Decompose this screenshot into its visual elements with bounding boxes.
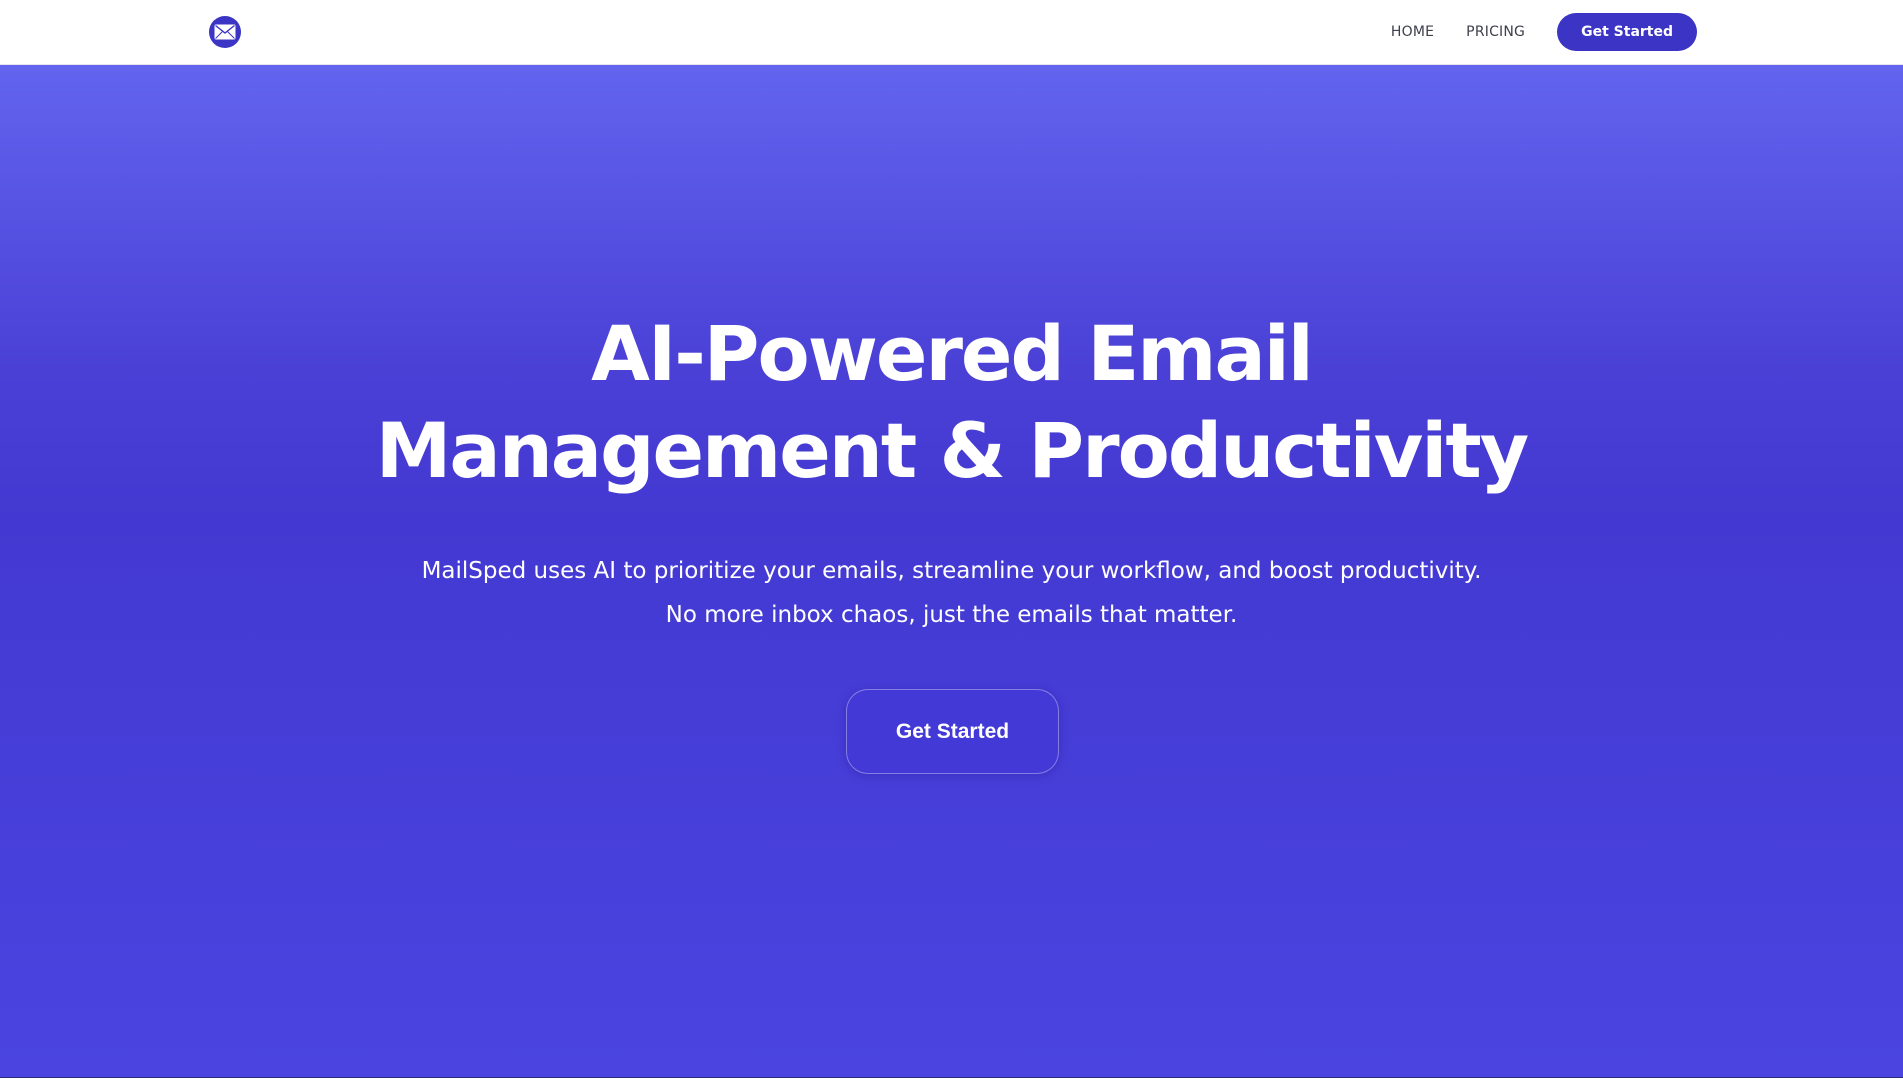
- hero-subtitle: MailSped uses AI to prioritize your emai…: [0, 549, 1903, 637]
- hero-subtitle-line-1: MailSped uses AI to prioritize your emai…: [421, 558, 1482, 584]
- hero-subtitle-line-2: No more inbox chaos, just the emails tha…: [665, 602, 1238, 628]
- hero-section: AI-Powered Email Management & Productivi…: [0, 65, 1903, 1078]
- hero-get-started-button[interactable]: Get Started: [846, 689, 1059, 774]
- envelope-icon[interactable]: [209, 16, 241, 48]
- nav-link-pricing[interactable]: PRICING: [1466, 24, 1525, 40]
- envelope-glyph: [214, 24, 236, 40]
- nav-get-started-button[interactable]: Get Started: [1557, 13, 1697, 51]
- hero-title: AI-Powered Email Management & Productivi…: [0, 305, 1903, 499]
- top-navbar: HOME PRICING Get Started: [0, 0, 1903, 65]
- hero-title-line-2: Management & Productivity: [375, 406, 1529, 495]
- nav-links: HOME PRICING Get Started: [1391, 13, 1697, 51]
- bottom-divider: [0, 1077, 1903, 1078]
- nav-link-home[interactable]: HOME: [1391, 24, 1434, 40]
- hero-title-line-1: AI-Powered Email: [591, 309, 1314, 398]
